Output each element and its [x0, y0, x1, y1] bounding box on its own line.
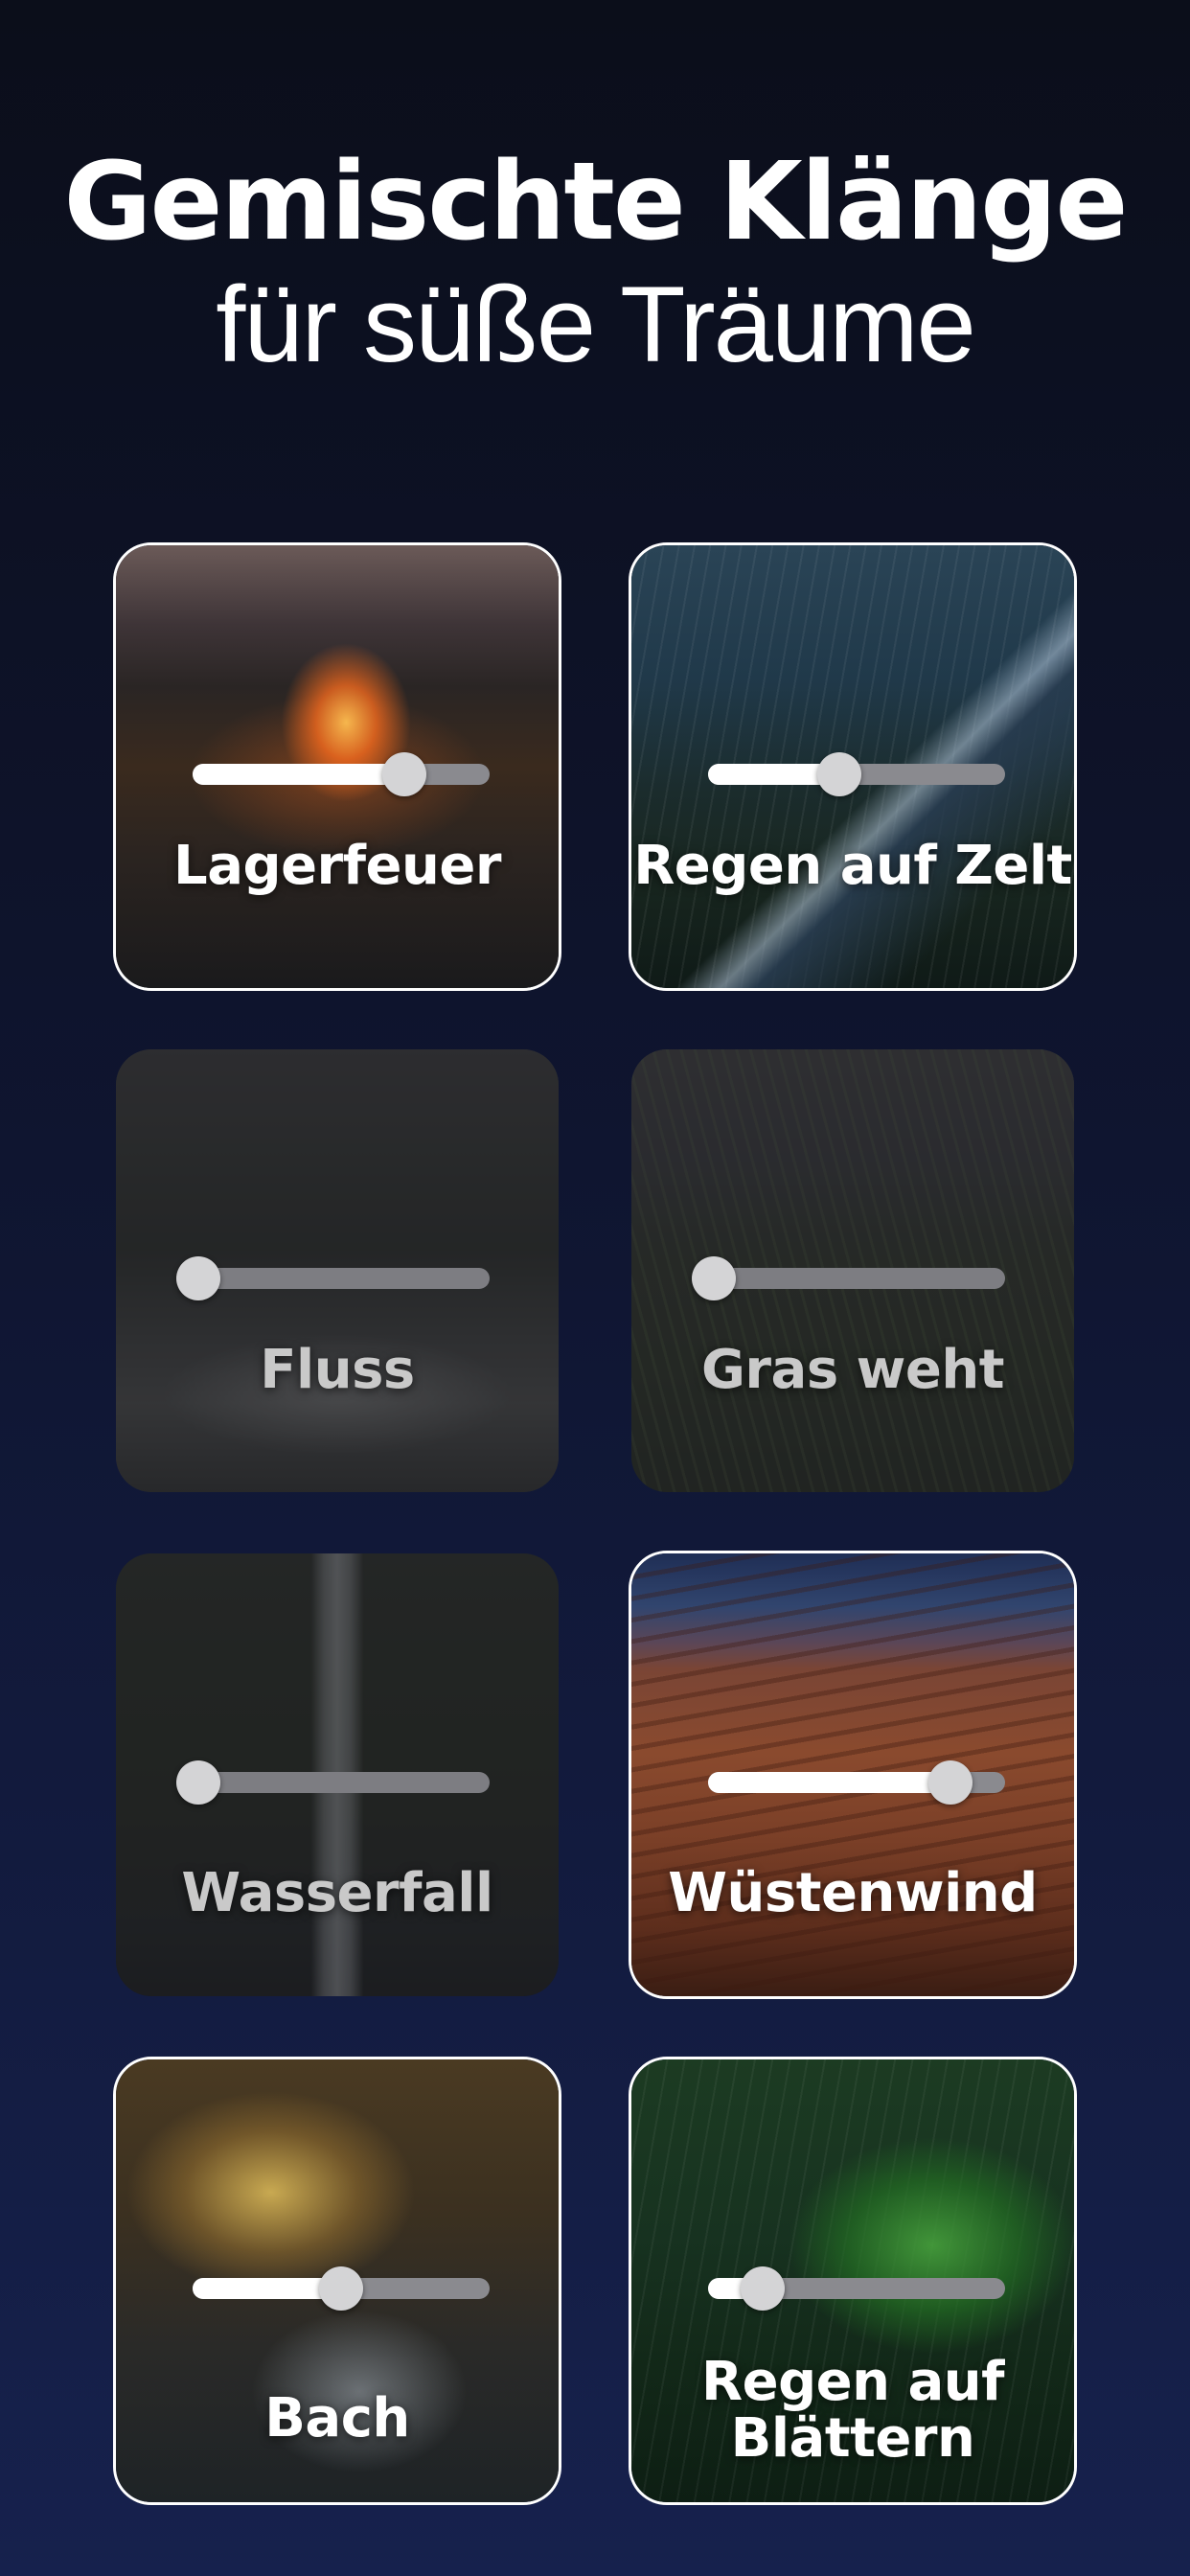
- slider-track: [708, 1268, 1005, 1289]
- sound-card-regen-auf-zelt[interactable]: Regen auf Zelt: [629, 542, 1077, 991]
- slider-thumb[interactable]: [176, 1760, 220, 1805]
- sound-grid: Lagerfeuer Regen auf Zelt Fluss Gras weh: [0, 0, 1190, 2576]
- slider-thumb[interactable]: [692, 1256, 736, 1300]
- sound-card-lagerfeuer[interactable]: Lagerfeuer: [113, 542, 561, 991]
- sound-label: Fluss: [260, 1339, 415, 1401]
- sound-card-gras-weht[interactable]: Gras weht: [629, 1046, 1077, 1495]
- slider-track: [193, 1772, 490, 1793]
- sound-card-bach[interactable]: Bach: [113, 2057, 561, 2505]
- volume-slider[interactable]: [176, 1256, 490, 1300]
- volume-slider[interactable]: [193, 752, 490, 796]
- volume-slider[interactable]: [692, 1256, 1005, 1300]
- slider-fill: [193, 764, 404, 785]
- volume-slider[interactable]: [176, 1760, 490, 1805]
- slider-track: [193, 1268, 490, 1289]
- sound-card-regen-auf-blaettern[interactable]: Regen auf Blättern: [629, 2057, 1077, 2505]
- volume-slider[interactable]: [708, 1760, 1005, 1805]
- sound-card-wasserfall[interactable]: Wasserfall: [113, 1551, 561, 1999]
- sound-label: Regen auf Zelt: [633, 835, 1072, 897]
- sound-card-wuestenwind[interactable]: Wüstenwind: [629, 1551, 1077, 1999]
- slider-thumb[interactable]: [381, 752, 426, 796]
- slider-fill: [708, 1772, 951, 1793]
- volume-slider[interactable]: [708, 2266, 1005, 2311]
- volume-slider[interactable]: [708, 752, 1005, 796]
- slider-thumb[interactable]: [740, 2266, 785, 2311]
- slider-thumb[interactable]: [817, 752, 862, 796]
- volume-slider[interactable]: [193, 2266, 490, 2311]
- sound-label: Gras weht: [700, 1339, 1005, 1401]
- sound-label: Bach: [264, 2387, 410, 2450]
- slider-thumb[interactable]: [176, 1256, 220, 1300]
- sound-label: Wasserfall: [181, 1862, 493, 1924]
- sound-label: Lagerfeuer: [173, 835, 501, 897]
- sound-card-fluss[interactable]: Fluss: [113, 1046, 561, 1495]
- sound-label: Wüstenwind: [668, 1862, 1038, 1924]
- sound-label: Regen auf Blättern: [700, 2351, 1005, 2470]
- slider-thumb[interactable]: [928, 1760, 973, 1805]
- slider-thumb[interactable]: [319, 2266, 363, 2311]
